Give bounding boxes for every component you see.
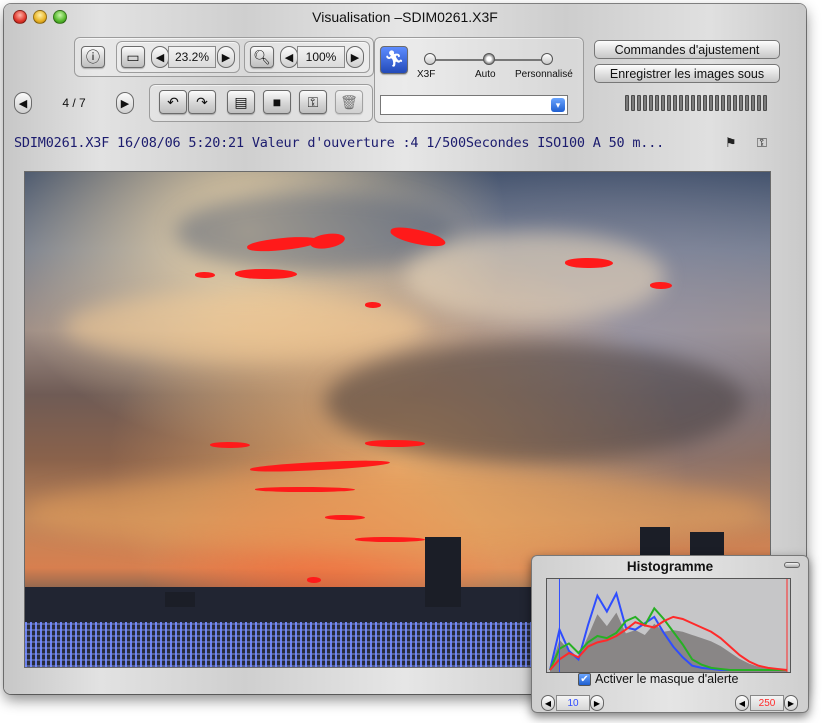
alert-mask-checkbox[interactable]: ✔ xyxy=(578,672,591,686)
key-icon: ⚿ xyxy=(307,94,319,110)
trash-icon: 🗑︎ xyxy=(340,94,358,110)
mode-personnalise-radio[interactable] xyxy=(541,53,553,65)
zoom-fit-value: 23.2% xyxy=(168,46,216,68)
alert-mask-label: Activer le masque d'alerte xyxy=(595,672,739,686)
histogram-panel: Histogramme ✔ Activer le masque d'alerte… xyxy=(531,555,809,713)
zoom-increase-arrow[interactable]: ▶ xyxy=(346,46,364,68)
histogram-title: Histogramme xyxy=(626,559,714,574)
low-threshold-increase[interactable]: ▶ xyxy=(590,695,604,711)
print-button[interactable]: ▤ xyxy=(227,90,255,114)
title-bar[interactable]: Visualisation –SDIM0261.X3F xyxy=(4,4,806,30)
window-title: Visualisation –SDIM0261.X3F xyxy=(312,9,498,25)
rotate-right-icon: ↷ xyxy=(196,94,208,110)
fit-view-button[interactable]: ▭ xyxy=(121,46,145,68)
histogram-plot xyxy=(546,578,791,673)
zoom-fit-increase-arrow[interactable]: ▶ xyxy=(217,46,235,68)
key-icon-info[interactable]: ⚿ xyxy=(757,135,767,151)
previous-image-arrow[interactable]: ◀ xyxy=(14,92,32,114)
page-indicator: 4 / 7 xyxy=(62,96,86,110)
low-threshold-value[interactable]: 10 xyxy=(556,695,590,711)
mode-personnalise-label: Personnalisé xyxy=(515,69,573,80)
printer-icon: ▤ xyxy=(234,94,248,110)
progress-meter xyxy=(625,95,767,111)
next-image-arrow[interactable]: ▶ xyxy=(116,92,134,114)
high-threshold-increase[interactable]: ▶ xyxy=(784,695,798,711)
high-threshold-decrease[interactable]: ◀ xyxy=(735,695,749,711)
zoom-tool-button[interactable]: 🔍︎ xyxy=(250,46,274,68)
info-icon: ⓘ xyxy=(86,49,100,65)
chevron-down-icon[interactable]: ▾ xyxy=(551,98,565,112)
mode-x3f-radio[interactable] xyxy=(424,53,436,65)
zoom-fit-decrease-arrow[interactable]: ◀ xyxy=(151,46,169,68)
film-icon: ■ xyxy=(272,94,282,110)
zoom-decrease-arrow[interactable]: ◀ xyxy=(280,46,298,68)
adjust-controls-button[interactable]: Commandes d'ajustement xyxy=(594,40,780,59)
preset-select[interactable]: ▾ xyxy=(380,95,568,115)
monitor-icon: ▭ xyxy=(126,49,140,65)
magnifier-icon: 🔍︎ xyxy=(253,49,271,65)
lock-button[interactable]: ⚿ xyxy=(299,90,327,114)
info-button[interactable]: ⓘ xyxy=(81,46,105,68)
x3f-runner-icon: 🏃︎ xyxy=(383,51,405,68)
collapse-panel-button[interactable] xyxy=(784,562,800,568)
x3f-mode-button[interactable]: 🏃︎ xyxy=(380,46,408,74)
alert-mask-row[interactable]: ✔ Activer le masque d'alerte xyxy=(578,672,738,686)
exif-info-line: SDIM0261.X3F 16/08/06 5:20:21 Valeur d'o… xyxy=(14,135,665,151)
rotate-left-button[interactable]: ↶ xyxy=(159,90,187,114)
zoom-value: 100% xyxy=(297,46,345,68)
histogram-svg xyxy=(547,579,790,672)
mode-x3f-label: X3F xyxy=(417,69,436,80)
mode-auto-radio[interactable] xyxy=(483,53,495,65)
flag-icon[interactable]: ⚑ xyxy=(725,135,737,151)
high-threshold-value[interactable]: 250 xyxy=(750,695,784,711)
save-images-as-button[interactable]: Enregistrer les images sous xyxy=(594,64,780,83)
mode-auto-label: Auto xyxy=(475,69,496,80)
delete-button[interactable]: 🗑︎ xyxy=(335,90,363,114)
low-threshold-decrease[interactable]: ◀ xyxy=(541,695,555,711)
rotate-right-button[interactable]: ↷ xyxy=(188,90,216,114)
rotate-left-icon: ↶ xyxy=(167,94,179,110)
slideshow-button[interactable]: ■ xyxy=(263,90,291,114)
underexposure-mask xyxy=(25,622,585,667)
